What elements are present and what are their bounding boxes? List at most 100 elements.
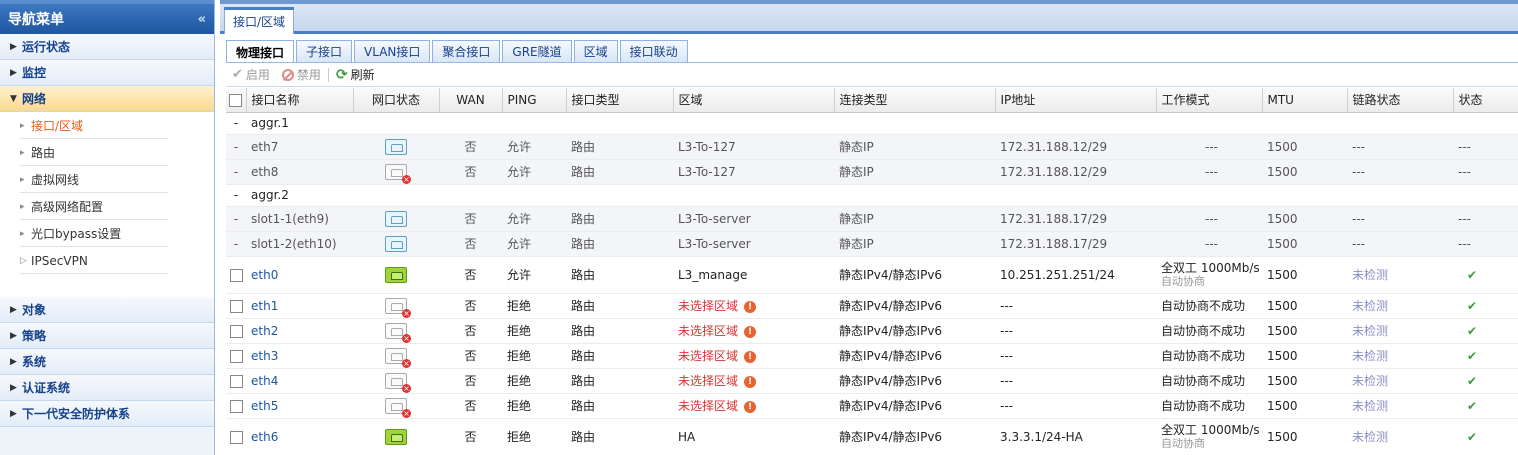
table-row[interactable]: eth3否拒绝路由未选择区域!静态IPv4/静态IPv6---自动协商不成功15… [226, 343, 1518, 369]
interface-table: 接口名称 网口状态 WAN PING 接口类型 区域 连接类型 IP地址 工作模… [226, 88, 1518, 455]
mtu-cell: 1500 [1262, 393, 1347, 419]
zone-label: 未选择区域 [678, 374, 739, 388]
row-checkbox[interactable] [226, 293, 246, 319]
zone-label: 未选择区域 [678, 399, 739, 413]
col-conn-type[interactable]: 连接类型 [834, 88, 996, 113]
caret-right-icon: ▸ [20, 201, 25, 212]
checkbox[interactable] [229, 268, 243, 282]
zone-cell: 未选择区域! [673, 343, 834, 369]
zone-cell: L3-To-127 [673, 134, 834, 160]
sidebar-item[interactable]: ▷ IPSecVPN [0, 247, 214, 274]
nav-group-item[interactable]: ▶ 对象 [0, 297, 214, 323]
collapse-toggle[interactable]: - [226, 184, 246, 207]
conn-cell: 静态IPv4/静态IPv6 [834, 318, 995, 344]
sidebar-item[interactable]: ▸ 高级网络配置 [0, 193, 214, 220]
interface-link[interactable]: eth3 [246, 343, 353, 369]
col-link[interactable]: 链路状态 [1347, 88, 1454, 113]
interface-link[interactable]: eth0 [246, 256, 353, 294]
group-row[interactable]: - aggr.1 [226, 112, 1518, 135]
checkbox[interactable] [229, 430, 243, 444]
collapse-icon[interactable]: « [198, 12, 206, 27]
wan-cell: 否 [439, 368, 502, 394]
select-all-checkbox[interactable] [226, 88, 247, 113]
caret-right-icon: ▸ [20, 120, 25, 131]
caret-right-icon: ▷ [20, 255, 27, 266]
sidebar-item[interactable]: ▸ 路由 [0, 139, 214, 166]
table-row[interactable]: eth1否拒绝路由未选择区域!静态IPv4/静态IPv6---自动协商不成功15… [226, 293, 1518, 319]
conn-cell: 静态IP [834, 159, 995, 185]
table-row[interactable]: - slot1-1(eth9) 否允许 路由 L3-To-server 静态IP 172.3… [226, 206, 1518, 232]
col-ip[interactable]: IP地址 [995, 88, 1157, 113]
table-row[interactable]: eth4否拒绝路由未选择区域!静态IPv4/静态IPv6---自动协商不成功15… [226, 368, 1518, 394]
col-mode[interactable]: 工作模式 [1156, 88, 1263, 113]
interface-link[interactable]: eth4 [246, 368, 353, 394]
sub-tab[interactable]: 接口联动 [619, 40, 688, 62]
checkbox[interactable] [229, 349, 243, 363]
interface-link[interactable]: eth2 [246, 318, 353, 344]
interface-link[interactable]: eth1 [246, 293, 353, 319]
row-checkbox[interactable] [226, 368, 246, 394]
status-cell: --- [1453, 159, 1518, 185]
row-checkbox[interactable] [226, 418, 246, 455]
col-name[interactable]: 接口名称 [246, 88, 354, 113]
checkbox[interactable] [229, 299, 243, 313]
col-wan[interactable]: WAN [439, 88, 503, 113]
ping-cell: 允许 [502, 256, 566, 294]
enable-button[interactable]: ✔ 启用 [232, 66, 270, 83]
nav-group-item[interactable]: ▶ 系统 [0, 349, 214, 375]
table-row[interactable]: -eth8否允许路由L3-To-127静态IP172.31.188.12/29-… [226, 159, 1518, 185]
table-row[interactable]: eth0 否允许 路由 L3_manage 静态IPv4/静态IPv6 10.251.25… [226, 256, 1518, 294]
checkbox[interactable] [229, 374, 243, 388]
row-checkbox[interactable] [226, 318, 246, 344]
col-status[interactable]: 状态 [1453, 88, 1518, 113]
interface-link[interactable]: eth6 [246, 418, 353, 455]
col-ping[interactable]: PING [502, 88, 567, 113]
col-zone[interactable]: 区域 [673, 88, 835, 113]
warning-icon: ! [744, 400, 757, 413]
link-cell: 未检测 [1347, 368, 1453, 394]
row-dash: - [226, 134, 246, 160]
col-mtu[interactable]: MTU [1262, 88, 1348, 113]
ethernet-port-icon [385, 428, 407, 445]
table-row[interactable]: eth2否拒绝路由未选择区域!静态IPv4/静态IPv6---自动协商不成功15… [226, 318, 1518, 344]
refresh-button[interactable]: ⟳ 刷新 [336, 66, 375, 83]
row-checkbox[interactable] [226, 393, 246, 419]
disable-button[interactable]: 禁用 [281, 66, 321, 83]
row-checkbox[interactable] [226, 256, 246, 294]
table-row[interactable]: eth6 否拒绝 路由 HA 静态IPv4/静态IPv6 3.3.3.1/24-HA 全双工… [226, 418, 1518, 455]
nav-group-item[interactable]: ▶ 监控 [0, 60, 214, 86]
nav-group-network[interactable]: ▼ 网络 [0, 86, 214, 112]
table-row[interactable]: eth5否拒绝路由未选择区域!静态IPv4/静态IPv6---自动协商不成功15… [226, 393, 1518, 419]
row-checkbox[interactable] [226, 343, 246, 369]
sub-tab[interactable]: VLAN接口 [354, 40, 431, 62]
table-row[interactable]: - slot1-2(eth10) 否允许 路由 L3-To-server 静态IP 172.… [226, 231, 1518, 257]
table-row[interactable]: - eth7 否允许 路由 L3-To-127 静态IP 172.31.188.12/29-… [226, 134, 1518, 160]
sub-tab[interactable]: GRE隧道 [502, 40, 572, 62]
link-cell: --- [1347, 231, 1453, 257]
interface-link[interactable]: eth5 [246, 393, 353, 419]
status-check-icon: ✔ [1453, 293, 1518, 319]
tab-interface-zone[interactable]: 接口/区域 [224, 7, 295, 34]
nav-group-item[interactable]: ▶ 下一代安全防护体系 [0, 401, 214, 427]
checkbox[interactable] [229, 399, 243, 413]
sidebar-item[interactable]: ▸ 虚拟网线 [0, 166, 214, 193]
collapse-toggle[interactable]: - [226, 112, 246, 135]
disable-label: 禁用 [296, 68, 321, 82]
warning-icon: ! [744, 350, 757, 363]
sub-tab[interactable]: 物理接口 [226, 40, 295, 63]
nav-group-item[interactable]: ▶ 策略 [0, 323, 214, 349]
nav-group-item[interactable]: ▶ 运行状态 [0, 34, 214, 60]
sidebar-item[interactable]: ▸ 光口bypass设置 [0, 220, 214, 247]
sub-tab[interactable]: 区域 [573, 40, 618, 62]
mode-cell: --- [1156, 159, 1262, 185]
nav-group-item[interactable]: ▶ 认证系统 [0, 375, 214, 401]
sub-tab[interactable]: 聚合接口 [432, 40, 501, 62]
checkbox[interactable] [229, 324, 243, 338]
group-row[interactable]: - aggr.2 [226, 184, 1518, 207]
caret-right-icon: ▸ [20, 147, 25, 158]
mode-sub-label: 自动协商 [1161, 437, 1205, 450]
sidebar-item[interactable]: ▸ 接口/区域 [0, 112, 214, 139]
sub-tab[interactable]: 子接口 [296, 40, 353, 62]
col-type[interactable]: 接口类型 [566, 88, 674, 113]
col-port-status[interactable]: 网口状态 [353, 88, 440, 113]
